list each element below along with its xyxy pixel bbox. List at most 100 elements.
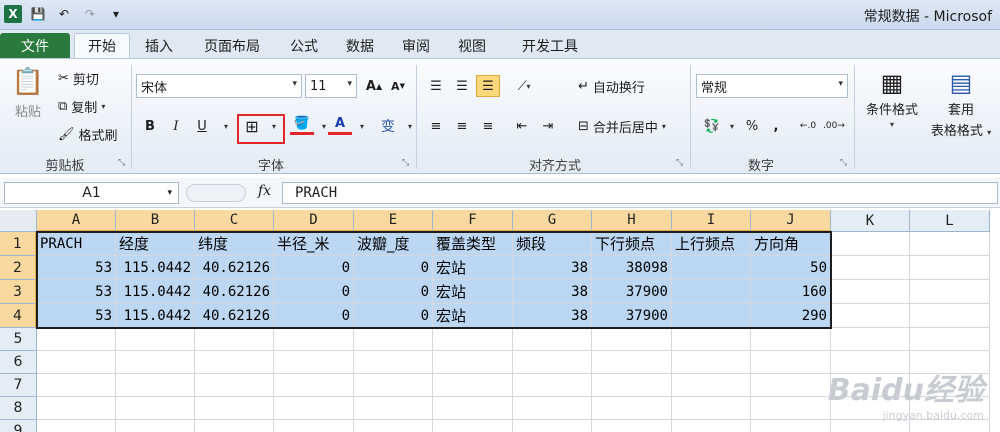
grid-cell[interactable] xyxy=(274,420,354,432)
row-header[interactable]: 9 xyxy=(0,420,37,432)
grid-cell[interactable] xyxy=(116,420,195,432)
grid-cell[interactable] xyxy=(433,374,513,397)
grid-cell[interactable] xyxy=(592,420,672,432)
number-launcher-icon[interactable]: ⤡ xyxy=(840,158,847,168)
number-cell[interactable] xyxy=(672,280,751,304)
number-cell[interactable]: 38 xyxy=(513,256,592,280)
text-cell[interactable]: 宏站 xyxy=(433,304,513,328)
grid-cell[interactable] xyxy=(354,420,433,432)
row-header[interactable]: 5 xyxy=(0,328,37,351)
number-cell[interactable]: 115.0442 xyxy=(116,256,195,280)
grid-cell[interactable] xyxy=(195,420,274,432)
column-header[interactable]: L xyxy=(910,210,990,232)
grid-cell[interactable] xyxy=(751,328,831,351)
grid-cell[interactable] xyxy=(910,232,990,256)
number-cell[interactable]: 0 xyxy=(274,280,354,304)
number-cell[interactable]: 160 xyxy=(751,280,831,304)
format-as-table-button[interactable]: ▤ 套用 表格格式 ▾ xyxy=(928,69,994,139)
clipboard-launcher-icon[interactable]: ⤡ xyxy=(118,158,125,168)
number-cell[interactable]: 38 xyxy=(513,304,592,328)
grid-cell[interactable] xyxy=(592,374,672,397)
excel-logo-icon[interactable]: X xyxy=(4,5,22,23)
tab-insert[interactable]: 插入 xyxy=(134,33,184,58)
grid-cell[interactable] xyxy=(274,397,354,420)
font-name-select[interactable]: 宋体 ▾ xyxy=(136,74,302,98)
grid-cell[interactable] xyxy=(513,374,592,397)
column-header[interactable]: K xyxy=(831,210,910,232)
row-header[interactable]: 3 xyxy=(0,280,37,304)
font-launcher-icon[interactable]: ⤡ xyxy=(402,158,409,168)
tab-view[interactable]: 视图 xyxy=(448,33,496,58)
grid-cell[interactable] xyxy=(433,351,513,374)
grid-cell[interactable] xyxy=(116,397,195,420)
tab-formulas[interactable]: 公式 xyxy=(280,33,328,58)
increase-decimal-button[interactable]: ←.0 xyxy=(796,115,820,137)
grid-cell[interactable] xyxy=(274,374,354,397)
row-header[interactable]: 4 xyxy=(0,304,37,328)
customize-qat-icon[interactable]: ▾ xyxy=(106,4,126,24)
grid-cell[interactable] xyxy=(116,328,195,351)
grid-cell[interactable] xyxy=(37,328,116,351)
number-format-select[interactable]: 常规 ▾ xyxy=(696,74,848,98)
header-cell[interactable]: 频段 xyxy=(513,232,592,256)
grid-cell[interactable] xyxy=(831,328,910,351)
grow-font-button[interactable]: A ▲ xyxy=(362,75,386,97)
grid-cell[interactable] xyxy=(513,328,592,351)
copy-button[interactable]: ⧉ 复制 ▾ xyxy=(58,97,105,116)
decrease-decimal-button[interactable]: .00→ xyxy=(822,115,846,137)
grid-cell[interactable] xyxy=(831,304,910,328)
grid-cell[interactable] xyxy=(116,374,195,397)
grid-cell[interactable] xyxy=(592,351,672,374)
format-painter-button[interactable]: 🖌 格式刷 xyxy=(58,125,118,144)
percent-button[interactable]: % xyxy=(740,115,764,137)
grid-cell[interactable] xyxy=(672,328,751,351)
insert-function-icon[interactable]: fx xyxy=(258,183,271,199)
formula-input[interactable]: PRACH xyxy=(282,182,998,204)
font-size-select[interactable]: 11 ▾ xyxy=(305,74,357,98)
header-cell[interactable]: 覆盖类型 xyxy=(433,232,513,256)
header-cell[interactable]: PRACH xyxy=(37,232,116,256)
number-cell[interactable]: 37900 xyxy=(592,280,672,304)
grid-cell[interactable] xyxy=(751,397,831,420)
tab-page-layout[interactable]: 页面布局 xyxy=(190,33,274,58)
grid-cell[interactable] xyxy=(672,374,751,397)
grid-cell[interactable] xyxy=(433,397,513,420)
grid-cell[interactable] xyxy=(751,420,831,432)
number-cell[interactable]: 115.0442 xyxy=(116,280,195,304)
grid-cell[interactable] xyxy=(433,420,513,432)
grid-cell[interactable] xyxy=(37,351,116,374)
grid-cell[interactable] xyxy=(433,328,513,351)
header-cell[interactable]: 下行频点 xyxy=(592,232,672,256)
align-bottom-button[interactable]: ☰ xyxy=(476,75,500,97)
grid-cell[interactable] xyxy=(37,397,116,420)
row-header[interactable]: 6 xyxy=(0,351,37,374)
phonetic-dropdown[interactable]: ▾ xyxy=(398,115,422,137)
number-cell[interactable]: 40.62126 xyxy=(195,304,274,328)
number-cell[interactable]: 115.0442 xyxy=(116,304,195,328)
undo-icon[interactable]: ↶ xyxy=(54,4,74,24)
cut-button[interactable]: ✂ 剪切 xyxy=(58,69,99,88)
column-header[interactable]: H xyxy=(592,210,672,232)
underline-button[interactable]: U xyxy=(190,115,214,137)
align-left-button[interactable]: ≡ xyxy=(424,115,448,137)
name-box[interactable]: A1 ▾ xyxy=(4,182,179,204)
number-cell[interactable]: 50 xyxy=(751,256,831,280)
align-center-button[interactable]: ≡ xyxy=(450,115,474,137)
number-cell[interactable]: 37900 xyxy=(592,304,672,328)
column-header[interactable]: A xyxy=(37,210,116,232)
column-header[interactable]: C xyxy=(195,210,274,232)
column-header[interactable]: I xyxy=(672,210,751,232)
tab-file[interactable]: 文件 xyxy=(0,33,70,58)
number-cell[interactable]: 38 xyxy=(513,280,592,304)
number-cell[interactable]: 0 xyxy=(274,304,354,328)
grid-cell[interactable] xyxy=(195,328,274,351)
grid-cell[interactable] xyxy=(354,328,433,351)
save-icon[interactable]: 💾 xyxy=(28,4,48,24)
align-middle-button[interactable]: ☰ xyxy=(450,75,474,97)
column-header[interactable]: B xyxy=(116,210,195,232)
header-cell[interactable]: 上行频点 xyxy=(672,232,751,256)
column-header[interactable]: F xyxy=(433,210,513,232)
select-all-button[interactable] xyxy=(0,210,37,232)
number-cell[interactable]: 40.62126 xyxy=(195,280,274,304)
grid-cell[interactable] xyxy=(751,374,831,397)
